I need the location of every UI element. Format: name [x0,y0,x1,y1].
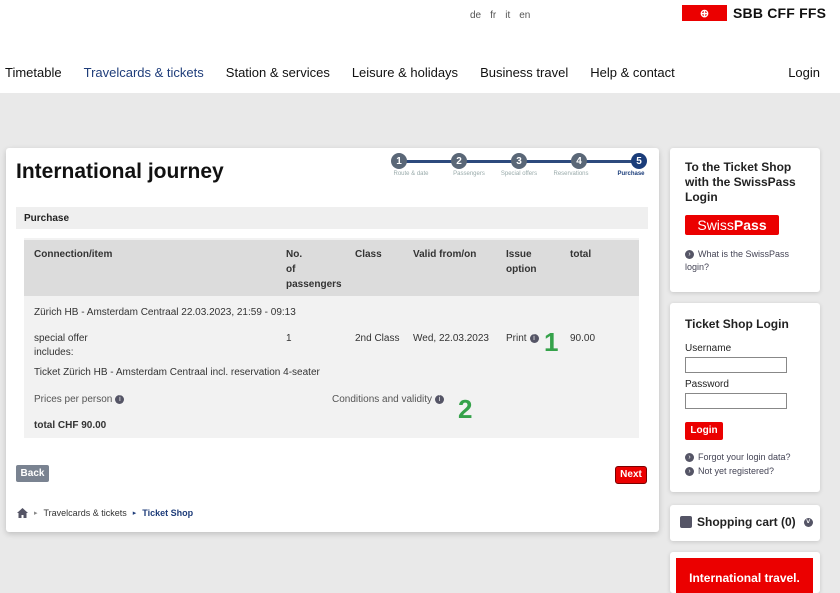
swisspass-info-link[interactable]: › What is the SwissPass login? [685,248,810,274]
username-field[interactable] [685,357,787,373]
th-issue-line2: option [506,264,537,275]
ticket-description: Ticket Zürich HB - Amsterdam Centraal in… [34,367,320,378]
th-passengers: No. of passengers [286,247,342,292]
lang-en[interactable]: en [519,10,530,21]
chevron-circle-icon: › [685,453,694,463]
international-travel-banner[interactable]: International travel. [676,558,813,593]
breadcrumb-travelcards[interactable]: Travelcards & tickets [44,508,127,518]
info-icon: i [435,394,445,404]
prices-per-person-link[interactable]: Prices per person i [34,393,125,407]
issue-option-value: Print [506,333,527,344]
shopping-cart-link[interactable]: Shopping cart (0) ˅ [680,515,813,529]
swisspass-card-title: To the Ticket Shop with the SwissPass Lo… [685,160,796,204]
th-item: Connection/item [34,249,113,260]
travel-class: 2nd Class [355,333,400,344]
cart-icon [680,516,692,528]
forgot-login-label: Forgot your login data? [698,452,791,462]
offer-name: special offer [34,333,88,344]
breadcrumb-ticket-shop: Ticket Shop [142,508,194,518]
swisspass-text-pass: Pass [733,217,767,233]
th-passengers-line1: No. [286,249,303,260]
header-login-link[interactable]: Login [788,65,820,80]
password-field[interactable] [685,393,787,409]
swisspass-info-label: What is the SwissPass login? [685,249,790,272]
lang-fr[interactable]: fr [490,10,496,21]
th-issue-line1: Issue [506,249,532,260]
home-icon[interactable] [17,508,28,518]
swisspass-login-button[interactable]: SwissPass [685,215,779,235]
offer-item: special offer includes: [34,332,88,360]
grand-total: total CHF 90.00 [34,420,107,431]
swisspass-text-swiss: Swiss [697,217,734,233]
nav-timetable[interactable]: Timetable [5,65,62,80]
step-5: 5 [631,153,647,169]
th-issue: Issue option [506,247,537,277]
offer-includes: includes: [34,347,74,358]
logo-text: SBB CFF FFS [733,5,827,21]
step-2-label: Passengers [453,171,485,177]
annotation-2: 2 [458,394,473,424]
annotation-1: 1 [544,327,559,357]
register-link[interactable]: › Not yet registered? [685,465,774,478]
password-label: Password [685,379,729,390]
login-card-title: Ticket Shop Login [685,317,789,331]
shopping-cart-label: Shopping cart (0) [697,515,796,529]
login-button[interactable]: Login [685,422,723,440]
prices-per-person-label: Prices per person [34,394,113,405]
back-button[interactable]: Back [16,465,49,482]
step-1[interactable]: 1 [391,153,407,169]
chevron-right-icon: ▸ [34,510,38,517]
language-switcher: de fr it en [470,10,530,21]
next-button[interactable]: Next [615,466,647,484]
breadcrumb: ▸ Travelcards & tickets ▸ Ticket Shop [17,508,193,518]
section-bar [16,207,648,229]
lang-de[interactable]: de [470,10,481,21]
th-passengers-line2: of [286,264,296,275]
step-4[interactable]: 4 [571,153,587,169]
forgot-login-link[interactable]: › Forgot your login data? [685,451,791,464]
step-3[interactable]: 3 [511,153,527,169]
chevron-right-icon: ▸ [132,510,137,517]
passenger-count: 1 [286,333,292,344]
lang-it[interactable]: it [505,10,510,21]
chevron-down-icon: ˅ [803,517,813,527]
sbb-logo-icon: ⊕ [682,5,727,21]
th-total: total [570,249,592,260]
page-title: International journey [16,160,224,183]
nav-station-services[interactable]: Station & services [226,65,330,80]
register-label: Not yet registered? [698,466,775,476]
main-nav: Timetable Travelcards & tickets Station … [5,65,697,80]
chevron-circle-icon: › [685,467,694,477]
step-3-label: Special offers [500,171,538,177]
nav-help-contact[interactable]: Help & contact [590,65,675,80]
nav-leisure-holidays[interactable]: Leisure & holidays [352,65,458,80]
step-5-label: Purchase [617,171,645,177]
row-total: 90.00 [570,333,596,344]
th-valid: Valid from/on [413,249,477,260]
sbb-logo[interactable]: ⊕ SBB CFF FFS [682,5,826,21]
conditions-label: Conditions and validity [332,394,433,405]
connection-row: Zürich HB - Amsterdam Centraal 22.03.202… [34,307,296,318]
th-passengers-line3: passengers [286,279,342,290]
conditions-validity-link[interactable]: Conditions and validity i [332,393,445,407]
step-2[interactable]: 2 [451,153,467,169]
chevron-circle-icon: › [685,250,694,260]
nav-business-travel[interactable]: Business travel [480,65,568,80]
valid-date: Wed, 22.03.2023 [413,333,489,344]
step-4-label: Reservations [553,171,589,177]
section-title: Purchase [24,213,70,224]
info-icon: i [115,394,125,404]
username-label: Username [685,343,732,354]
nav-travelcards-tickets[interactable]: Travelcards & tickets [84,65,204,80]
issue-option: Print i [506,332,539,346]
th-class: Class [355,249,382,260]
info-icon[interactable]: i [529,333,539,343]
step-1-label: Route & date [393,171,429,177]
